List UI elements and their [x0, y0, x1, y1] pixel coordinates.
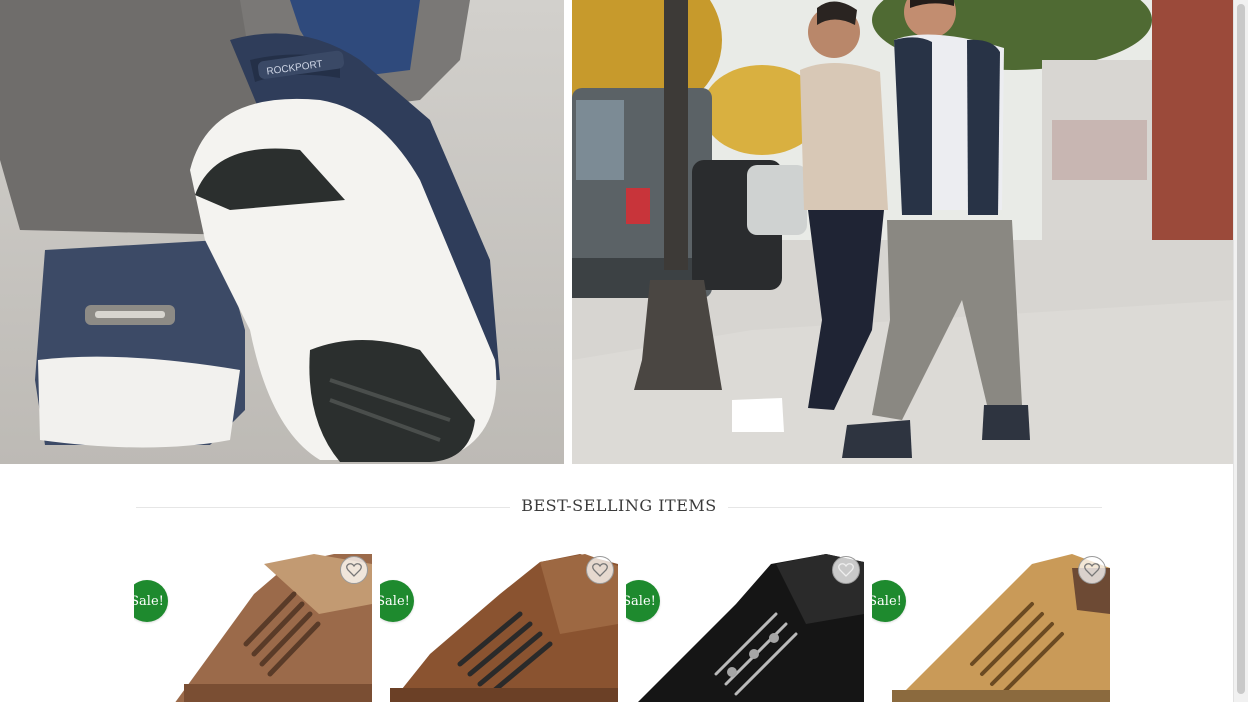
wishlist-heart-button[interactable] [586, 556, 614, 584]
product-image-wheat-boot[interactable] [882, 554, 1110, 702]
wishlist-heart-button[interactable] [1078, 556, 1106, 584]
product-image-brown-boot[interactable] [144, 554, 372, 702]
product-image-tan-boot[interactable] [390, 554, 618, 702]
shoe-closeup-illustration: ROCKPORT [0, 0, 564, 464]
heart-icon [838, 563, 854, 577]
product-card-4[interactable]: Sale! [872, 548, 1110, 702]
hero-image-shoe-closeup[interactable]: ROCKPORT [0, 0, 564, 464]
product-card-3[interactable]: Sale! [626, 548, 864, 702]
product-card-2[interactable]: Sale! [380, 548, 618, 702]
street-scene-illustration [572, 0, 1234, 464]
heart-icon [1084, 563, 1100, 577]
wishlist-heart-button[interactable] [832, 556, 860, 584]
scrollbar-thumb[interactable] [1237, 4, 1245, 694]
best-selling-header: BEST-SELLING ITEMS [136, 494, 1102, 520]
heart-icon [346, 563, 362, 577]
wishlist-heart-button[interactable] [340, 556, 368, 584]
product-card-1[interactable]: Sale! [134, 548, 372, 702]
divider-line-right [728, 507, 1102, 508]
page-scrollbar[interactable] [1233, 0, 1248, 702]
section-title: BEST-SELLING ITEMS [521, 496, 717, 515]
heart-icon [592, 563, 608, 577]
product-image-black-boot[interactable] [636, 554, 864, 702]
hero-image-people-walking[interactable] [572, 0, 1234, 464]
